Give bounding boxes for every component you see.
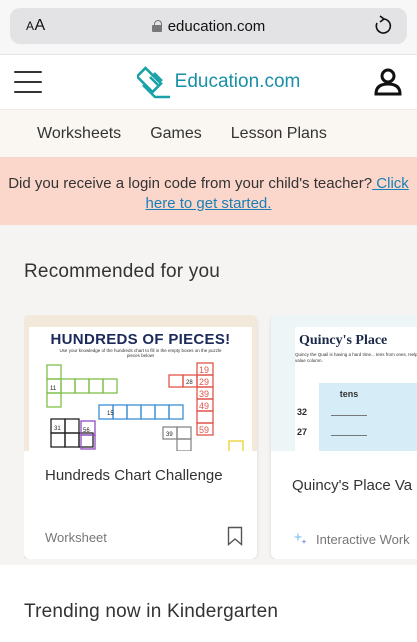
thumb-subtitle: Quincy the Quail is having a hard time..… [295,352,417,363]
puzzle-grid-illustration: 11 31 56 15 28 39 19 29 39 49 59 [46,362,244,451]
svg-text:28: 28 [186,380,193,386]
recommended-carousel[interactable]: HUNDREDS OF PIECES! Use your knowledge o… [24,315,417,559]
resource-card[interactable]: Quincy's Place Quincy the Quail is havin… [271,315,417,559]
card-title[interactable]: Hundreds Chart Challenge [24,451,257,519]
logo-text: Education.com [174,71,301,92]
site-header: Education.com [0,54,417,110]
reload-icon[interactable] [373,15,393,42]
lock-icon [151,20,162,32]
recommended-heading: Recommended for you [24,261,221,282]
menu-icon[interactable] [14,71,42,93]
trending-heading: Trending now in Kindergarten [24,601,279,622]
account-icon[interactable] [373,67,403,97]
svg-text:49: 49 [199,401,209,411]
bookmark-icon[interactable] [227,526,243,549]
column-header: tens [339,389,359,399]
resource-type-label: Interactive Work [316,532,410,547]
row-value: 27 [297,427,308,437]
url-text: education.com [167,17,266,35]
resource-type-label: Worksheet [45,530,107,545]
svg-text:56: 56 [83,428,90,434]
recommended-section: Recommended for you HUNDREDS OF PIECES! … [0,225,417,559]
place-value-table: tens [319,383,417,451]
card-footer: Worksheet [45,526,243,549]
thumb-title: Quincy's Place [299,333,388,348]
svg-text:31: 31 [54,426,61,432]
card-thumbnail: HUNDREDS OF PIECES! Use your knowledge o… [24,315,257,451]
svg-text:59: 59 [199,425,209,435]
thumb-title: HUNDREDS OF PIECES! [50,331,231,348]
svg-text:29: 29 [199,377,209,387]
url-field[interactable]: education.com [10,18,407,35]
card-thumbnail: Quincy's Place Quincy the Quail is havin… [271,315,417,451]
sparkle-icon [292,530,308,549]
row-value: 32 [297,407,308,417]
nav-item-games[interactable]: Games [150,125,202,143]
trending-section: Trending now in Kindergarten [0,565,417,642]
education-logo-icon [136,66,170,99]
nav-item-worksheets[interactable]: Worksheets [37,125,121,143]
banner-text: Did you receive a login code from your c… [8,175,373,192]
site-logo[interactable]: Education.com [136,65,301,99]
svg-text:39: 39 [166,432,173,438]
nav-item-lesson-plans[interactable]: Lesson Plans [231,125,327,143]
svg-text:19: 19 [199,365,209,375]
svg-text:15: 15 [107,411,114,417]
svg-text:11: 11 [50,386,57,392]
resource-card[interactable]: HUNDREDS OF PIECES! Use your knowledge o… [24,315,257,559]
card-footer: Interactive Work [292,530,417,549]
svg-text:39: 39 [199,389,209,399]
text-size-button[interactable]: AA [26,17,46,35]
card-title[interactable]: Quincy's Place Va [271,451,417,519]
address-pill[interactable]: AA education.com [10,8,407,44]
login-code-banner: Did you receive a login code from your c… [0,157,417,225]
browser-address-bar: AA education.com [0,0,417,54]
category-nav: Worksheets Games Lesson Plans [0,110,417,157]
